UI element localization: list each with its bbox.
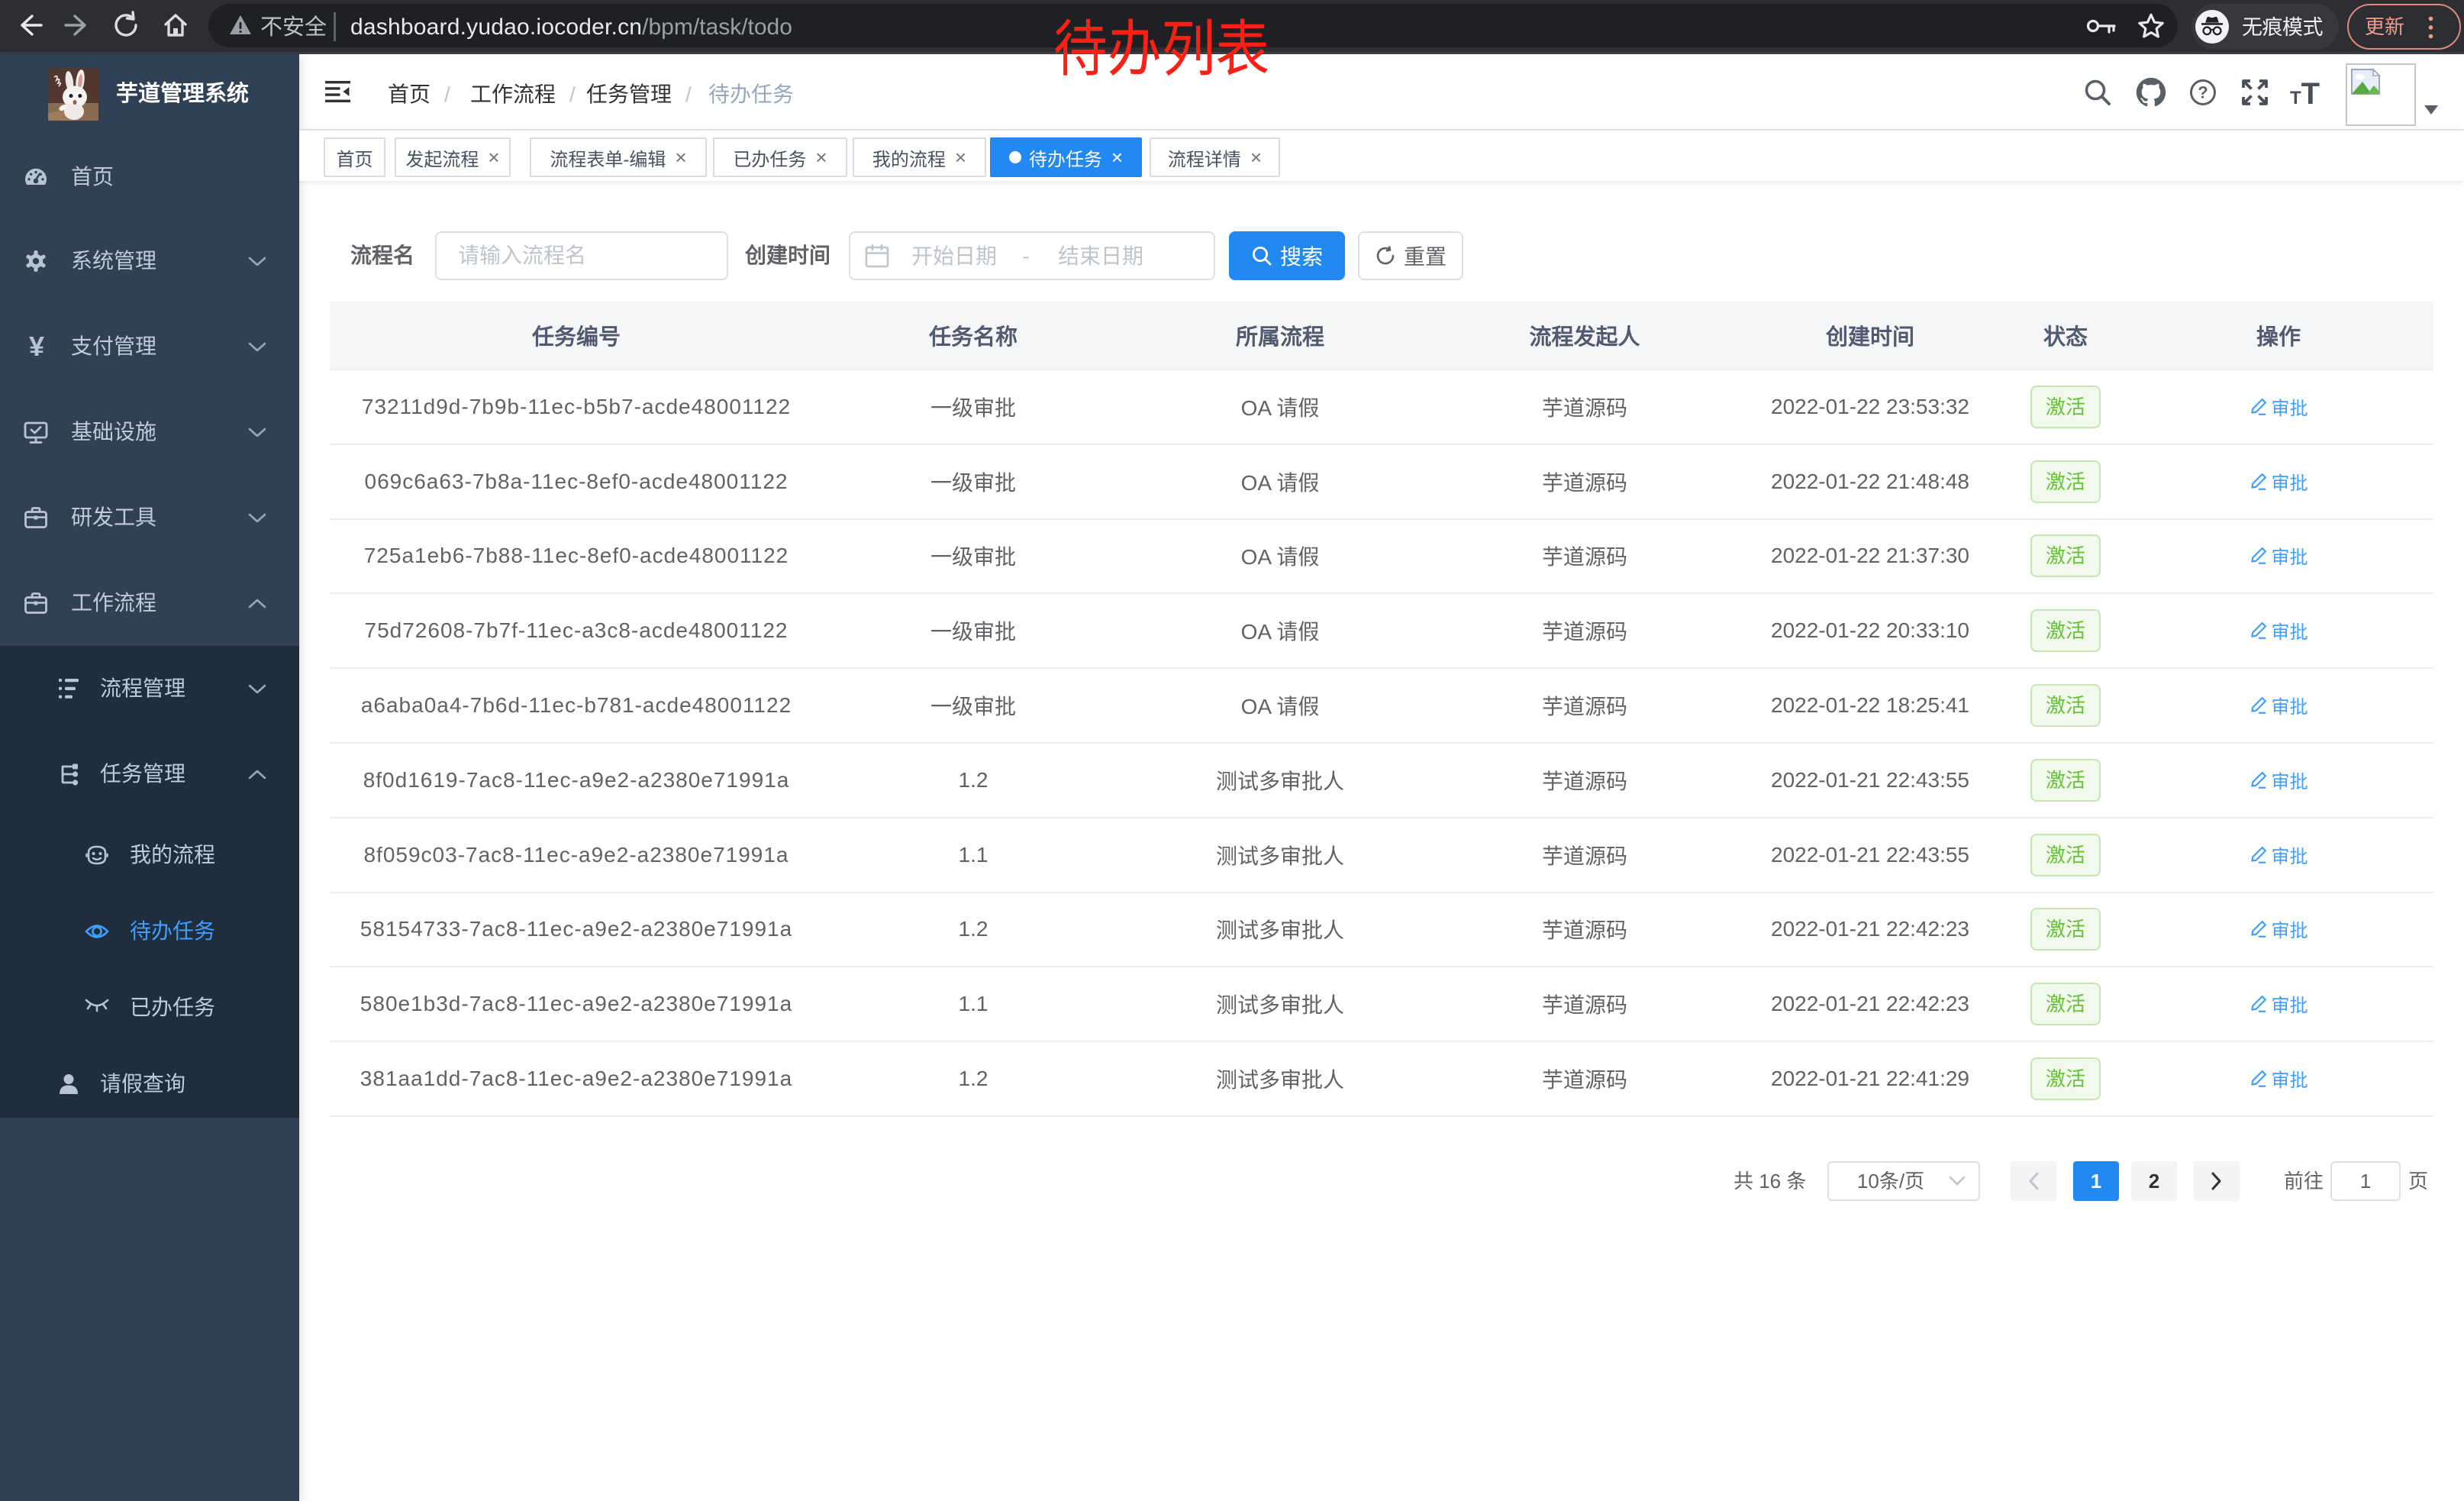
svg-text:?: ?	[2198, 83, 2208, 102]
